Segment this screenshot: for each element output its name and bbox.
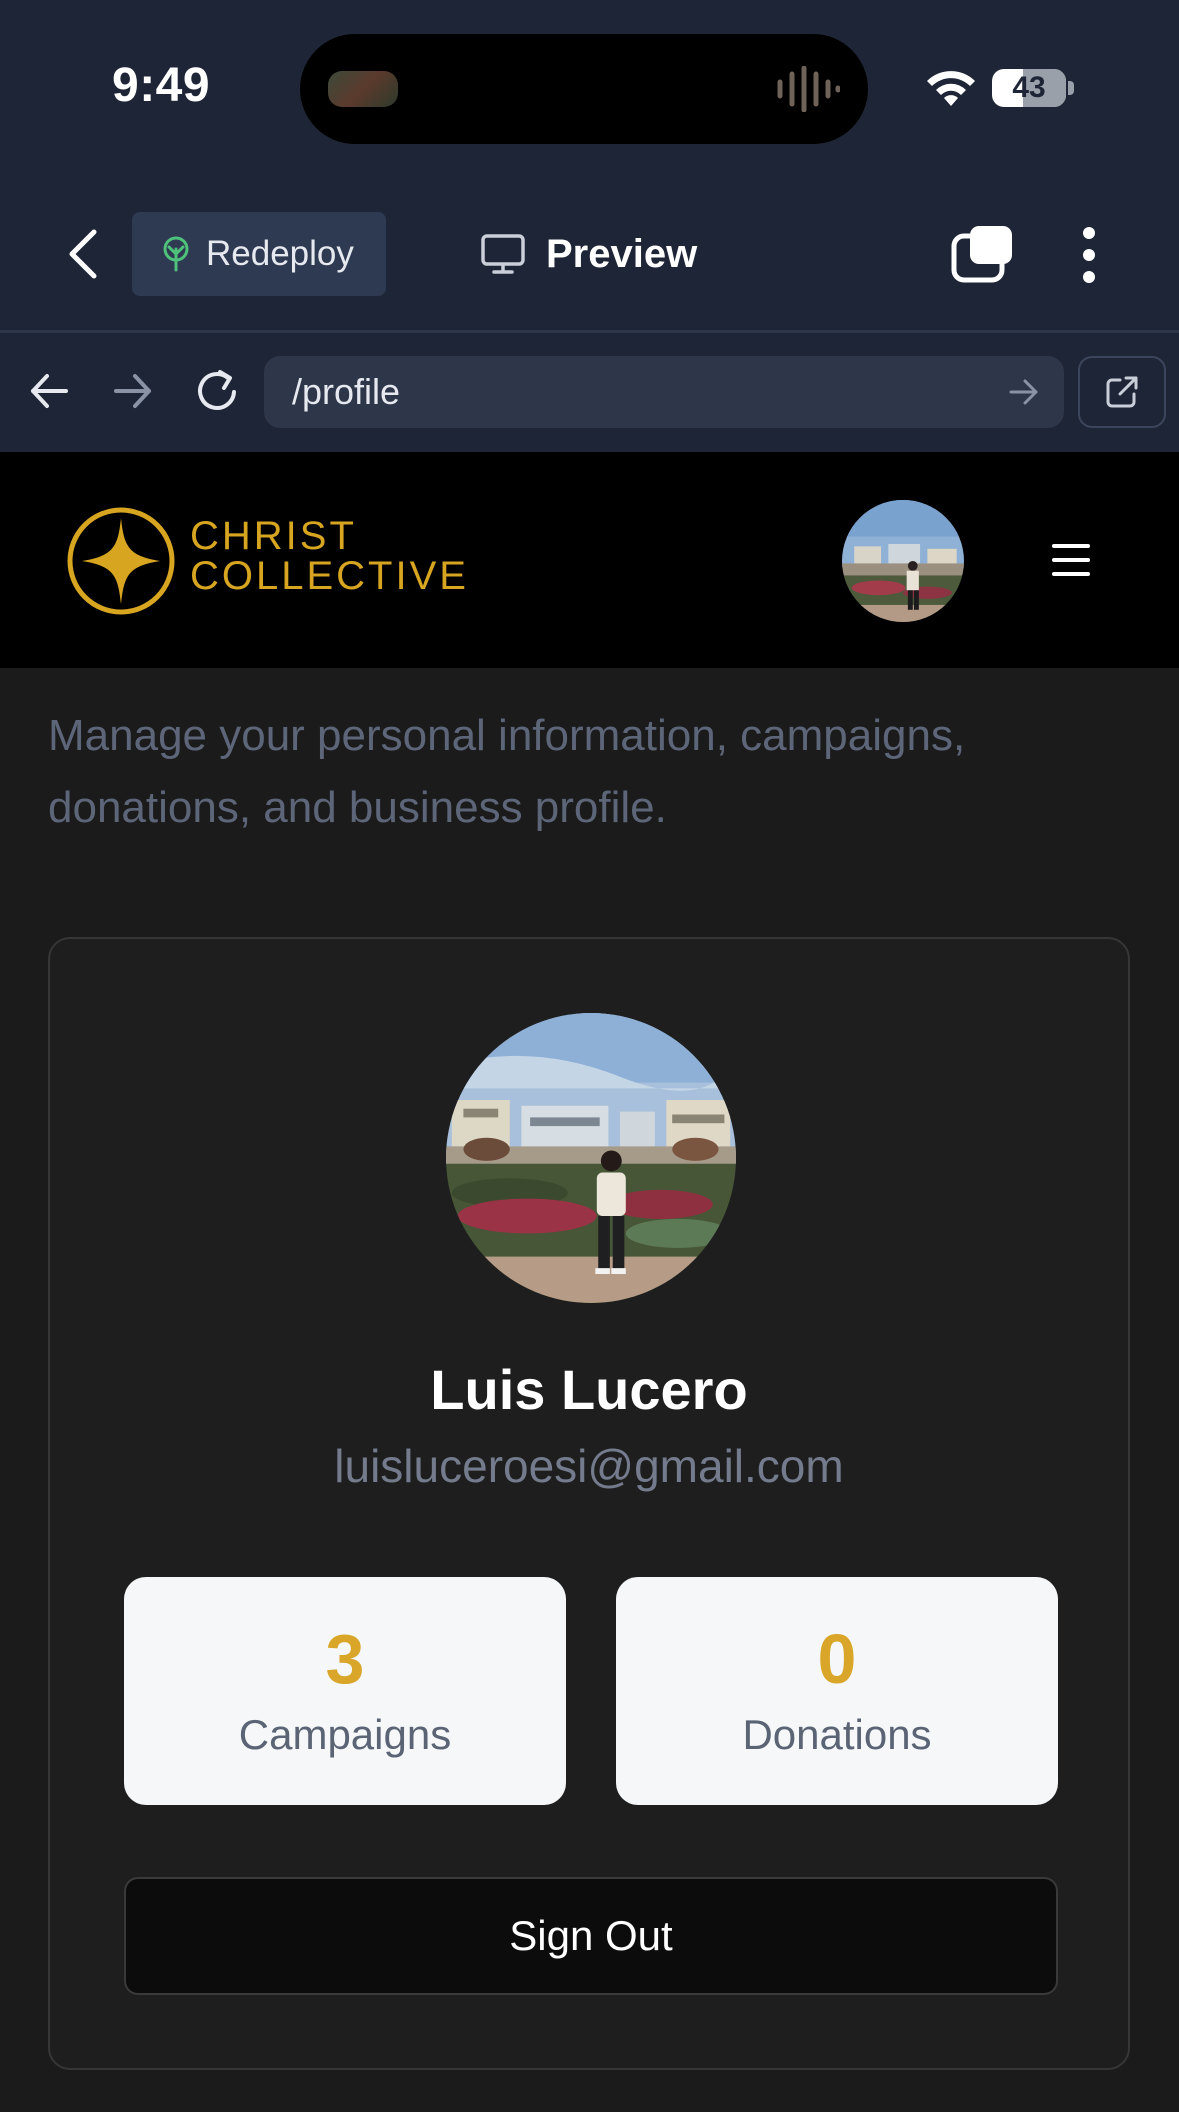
- browser-back-icon[interactable]: [28, 370, 70, 412]
- profile-email: luisluceroesi@gmail.com: [334, 1440, 844, 1492]
- brand-line-2: COLLECTIVE: [190, 554, 469, 598]
- site-header: CHRIST COLLECTIVE: [0, 452, 1179, 668]
- redeploy-button[interactable]: Redeploy: [132, 212, 386, 296]
- browser-forward-icon[interactable]: [112, 370, 154, 412]
- now-playing-thumbnail: [328, 71, 398, 107]
- avatar-photo: [842, 500, 964, 622]
- status-time: 9:49: [112, 59, 211, 112]
- preview-label: Preview: [546, 231, 698, 276]
- campaigns-label: Campaigns: [238, 1711, 452, 1758]
- page-description: Manage your personal information, campai…: [48, 711, 966, 832]
- donations-stat-card[interactable]: 0 Donations: [616, 1577, 1058, 1805]
- preview-tab[interactable]: Preview: [480, 222, 697, 286]
- campaigns-stat-card[interactable]: 3 Campaigns: [124, 1577, 566, 1805]
- battery-cap: [1068, 81, 1074, 95]
- redeploy-label: Redeploy: [206, 234, 354, 273]
- profile-card: Luis Lucero luisluceroesi@gmail.com 3 Ca…: [48, 937, 1130, 2070]
- reload-icon[interactable]: [194, 366, 242, 416]
- open-external-button[interactable]: [1078, 356, 1166, 428]
- deploy-tree-icon: [163, 236, 189, 272]
- menu-hamburger-icon[interactable]: [1052, 544, 1090, 576]
- url-input[interactable]: /profile: [264, 356, 1064, 428]
- campaigns-count: 3: [325, 1620, 365, 1698]
- profile-name: Luis Lucero: [430, 1358, 748, 1421]
- url-text: /profile: [292, 371, 401, 412]
- profile-photo: [446, 1013, 736, 1303]
- donations-label: Donations: [742, 1711, 932, 1758]
- star-logo-icon[interactable]: [66, 506, 176, 616]
- more-options-icon[interactable]: [1080, 226, 1098, 284]
- dynamic-island: [300, 34, 868, 144]
- brand-line-1: CHRIST: [190, 514, 357, 558]
- sign-out-button[interactable]: Sign Out: [124, 1877, 1058, 1995]
- profile-avatar[interactable]: [446, 1013, 736, 1303]
- brand-wordmark[interactable]: CHRIST COLLECTIVE: [190, 516, 469, 596]
- battery-percent: 43: [1012, 71, 1046, 104]
- wifi-icon: [927, 71, 975, 106]
- user-avatar[interactable]: [842, 500, 964, 622]
- divider: [0, 330, 1179, 333]
- app-shell-header: 9:49 43 Redeploy Preview /profile: [0, 0, 1179, 452]
- audio-waveform-icon: [777, 66, 840, 112]
- go-arrow-icon[interactable]: [1008, 376, 1040, 408]
- app-back-chevron-icon[interactable]: [62, 226, 106, 282]
- tabs-switcher-icon[interactable]: [950, 224, 1014, 284]
- monitor-icon: [481, 234, 525, 274]
- battery-icon: 43: [992, 69, 1066, 107]
- external-link-icon: [1106, 376, 1138, 408]
- donations-count: 0: [817, 1620, 857, 1698]
